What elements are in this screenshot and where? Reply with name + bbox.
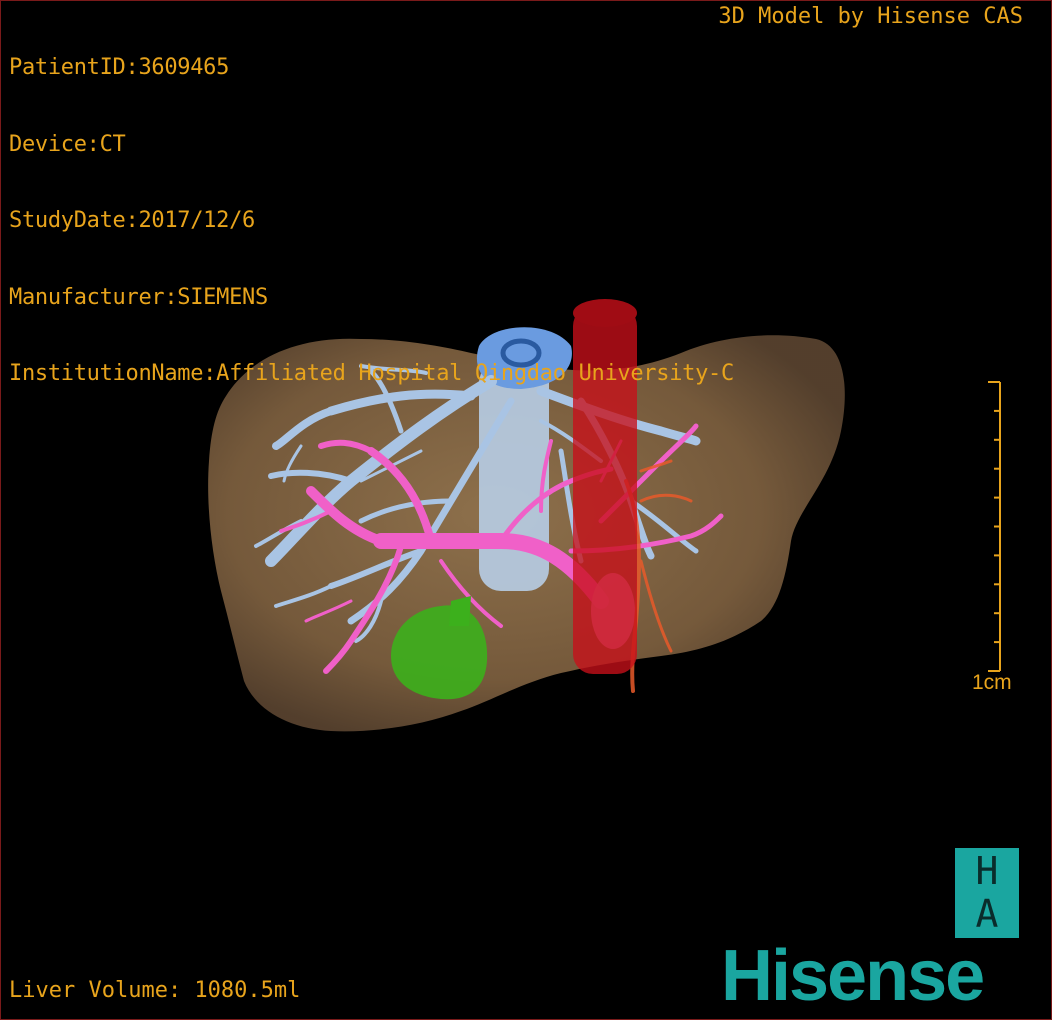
model-credit: 3D Model by Hisense CAS (718, 4, 1023, 29)
scale-label: 1cm (972, 671, 1012, 694)
study-date: StudyDate:2017/12/6 (9, 208, 255, 233)
ha-logo: H A (955, 848, 1019, 938)
liver-volume: Liver Volume: 1080.5ml (9, 978, 301, 1003)
manufacturer: Manufacturer:SIEMENS (9, 284, 268, 310)
device: Device:CT (9, 131, 126, 157)
3d-viewport[interactable]: 1cm PatientID:3609465 Device:CT StudyDat… (0, 0, 1052, 1020)
logo-letter-bottom: A (975, 892, 999, 936)
patient-id: PatientID:3609465 (9, 55, 230, 80)
scale-bar (988, 381, 1001, 672)
logo-letter-top: H (975, 849, 999, 893)
patient-info-overlay: PatientID:3609465 Device:CT StudyDate:20… (9, 4, 734, 438)
institution-name: InstitutionName:Affiliated Hospital Qing… (9, 361, 734, 386)
hisense-logo: Hisense (721, 936, 985, 1016)
